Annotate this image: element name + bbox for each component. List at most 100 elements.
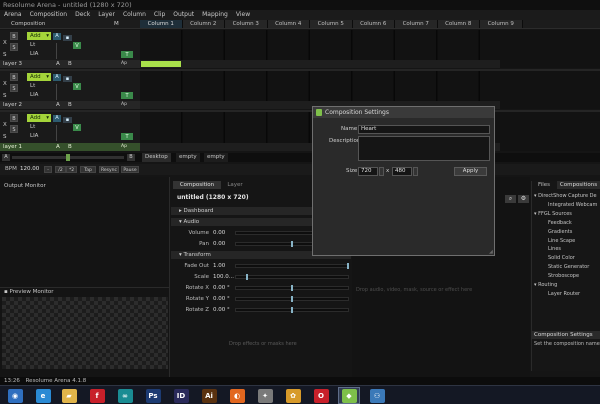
- source-tree-item[interactable]: Feedback: [548, 220, 600, 226]
- layer-a-toggle[interactable]: A: [53, 74, 61, 81]
- taskbar-opera-icon[interactable]: O: [310, 387, 332, 404]
- layer-name[interactable]: layer 3 A B Ap: [0, 60, 140, 68]
- tab-composition[interactable]: Composition: [173, 181, 221, 189]
- height-spin-icon[interactable]: [413, 167, 418, 176]
- column-header-7[interactable]: Column 7: [395, 20, 438, 28]
- layer-v-button[interactable]: V: [73, 42, 81, 49]
- param-value[interactable]: 1.00: [213, 262, 225, 270]
- blend-mode-dropdown[interactable]: Add ▾: [27, 32, 51, 40]
- source-tree-item[interactable]: ▾ DirectShow Capture De: [534, 193, 600, 199]
- crossfader-handle[interactable]: [66, 154, 70, 161]
- crossfader-b-button[interactable]: B: [127, 154, 135, 161]
- source-tree-item[interactable]: Static Generator: [548, 264, 600, 270]
- source-tree-item[interactable]: Layer Router: [548, 291, 600, 297]
- height-field[interactable]: 480: [392, 167, 412, 176]
- column-header-4[interactable]: Column 4: [267, 20, 310, 28]
- layer-solo-s[interactable]: S: [3, 134, 7, 140]
- column-header-5[interactable]: Column 5: [310, 20, 353, 28]
- description-field[interactable]: [358, 136, 490, 161]
- tab-layer[interactable]: Layer: [222, 181, 248, 189]
- column-header-1[interactable]: Column 1: [140, 20, 183, 28]
- layer-b-label[interactable]: B: [68, 101, 72, 109]
- source-tree-item[interactable]: Integrated Webcam: [548, 202, 600, 208]
- param-slider-handle[interactable]: [291, 296, 293, 302]
- menu-item-deck[interactable]: Deck: [71, 10, 94, 20]
- resync-button[interactable]: Resync: [99, 166, 119, 173]
- param-value[interactable]: 100.0...: [213, 273, 234, 281]
- param-slider-handle[interactable]: [246, 274, 248, 280]
- settings-gear-icon[interactable]: ⚙: [518, 195, 529, 203]
- layer-fader[interactable]: [56, 43, 68, 59]
- blend-mode-dropdown[interactable]: Add ▾: [27, 73, 51, 81]
- resize-grip-icon[interactable]: ◢: [489, 249, 494, 255]
- param-value[interactable]: 0.00 °: [213, 295, 230, 303]
- param-slider[interactable]: [235, 264, 349, 268]
- layer-name[interactable]: layer 1 A B Ap: [0, 143, 140, 151]
- source-tree-item[interactable]: Line Scape: [548, 238, 600, 244]
- layer-a-label[interactable]: A: [56, 60, 60, 68]
- menu-item-layer[interactable]: Layer: [94, 10, 119, 20]
- clip-grid-row[interactable]: [140, 30, 500, 60]
- menu-item-column[interactable]: Column: [119, 10, 150, 20]
- layer-t-button[interactable]: T: [121, 51, 133, 58]
- deck-tab-desktop[interactable]: Desktop: [142, 153, 171, 162]
- param-slider-handle[interactable]: [291, 285, 293, 291]
- layer-s-button[interactable]: S: [10, 125, 18, 133]
- taskbar-arduino-icon[interactable]: ∞: [114, 387, 136, 404]
- pause-button[interactable]: Pause: [121, 166, 139, 173]
- param-slider-handle[interactable]: [291, 307, 293, 313]
- layer-ap-label[interactable]: Ap: [121, 60, 127, 68]
- layer-a-label[interactable]: A: [56, 101, 60, 109]
- bpm-minus-button[interactable]: -: [44, 166, 52, 173]
- blend-mode-dropdown[interactable]: Add ▾: [27, 114, 51, 122]
- deck-tab-empty-1[interactable]: empty: [176, 153, 200, 162]
- layer-a-toggle[interactable]: A: [53, 115, 61, 122]
- param-value[interactable]: 0.00: [213, 229, 225, 237]
- taskbar-firefox-icon[interactable]: ◐: [226, 387, 248, 404]
- active-clip-indicator[interactable]: [141, 61, 181, 67]
- width-spin-icon[interactable]: [379, 167, 384, 176]
- layer-auto-toggle[interactable]: ▪: [63, 76, 72, 82]
- param-value[interactable]: 0.00: [213, 240, 225, 248]
- layer-v-button[interactable]: V: [73, 124, 81, 131]
- taskbar-internet-explorer-icon[interactable]: e: [32, 387, 54, 404]
- layer-auto-toggle[interactable]: ▪: [63, 35, 72, 41]
- layer-t-button[interactable]: T: [121, 133, 133, 140]
- source-tree-item[interactable]: ▾ Routing: [534, 282, 600, 288]
- menu-item-composition[interactable]: Composition: [26, 10, 71, 20]
- taskbar-start-orb-icon[interactable]: ◉: [4, 387, 26, 404]
- param-value[interactable]: 0.00 °: [213, 306, 230, 314]
- search-icon[interactable]: ⌕: [505, 195, 516, 203]
- menu-item-arena[interactable]: Arena: [0, 10, 26, 20]
- source-tree-item[interactable]: ▾ FFGL Sources: [534, 211, 600, 217]
- layer-bypass-x[interactable]: X: [3, 122, 7, 128]
- taskbar-python-icon[interactable]: ⚇: [366, 387, 388, 404]
- layer-bypass-x[interactable]: X: [3, 40, 7, 46]
- menu-item-mapping[interactable]: Mapping: [198, 10, 232, 20]
- column-header-6[interactable]: Column 6: [352, 20, 395, 28]
- tab-compositions[interactable]: Compositions: [557, 181, 600, 189]
- layer-s-button[interactable]: S: [10, 43, 18, 51]
- layer-b-button[interactable]: B: [10, 114, 18, 122]
- layer-bypass-x[interactable]: X: [3, 81, 7, 87]
- name-field[interactable]: Heart: [358, 125, 490, 134]
- tab-files[interactable]: Files: [533, 181, 555, 189]
- layer-b-label[interactable]: B: [68, 60, 72, 68]
- tap-button[interactable]: Tap: [80, 166, 96, 173]
- taskbar-folder-icon[interactable]: ▰: [58, 387, 80, 404]
- param-slider-handle[interactable]: [347, 263, 349, 269]
- taskbar-transformer-icon[interactable]: ✿: [282, 387, 304, 404]
- layer-fader[interactable]: [56, 84, 68, 100]
- column-header-2[interactable]: Column 2: [182, 20, 225, 28]
- layer-a-label[interactable]: A: [56, 143, 60, 151]
- layer-solo-s[interactable]: S: [3, 52, 7, 58]
- param-slider-handle[interactable]: [291, 241, 293, 247]
- layer-a-toggle[interactable]: A: [53, 33, 61, 40]
- bpm-half-button[interactable]: /2: [55, 166, 66, 173]
- taskbar-flash-icon[interactable]: f: [86, 387, 108, 404]
- menu-item-clip[interactable]: Clip: [150, 10, 169, 20]
- taskbar-illustrator-icon[interactable]: Ai: [198, 387, 220, 404]
- layer-t-button[interactable]: T: [121, 92, 133, 99]
- source-tree-item[interactable]: Stroboscope: [548, 273, 600, 279]
- bpm-value[interactable]: 120.00: [20, 164, 39, 175]
